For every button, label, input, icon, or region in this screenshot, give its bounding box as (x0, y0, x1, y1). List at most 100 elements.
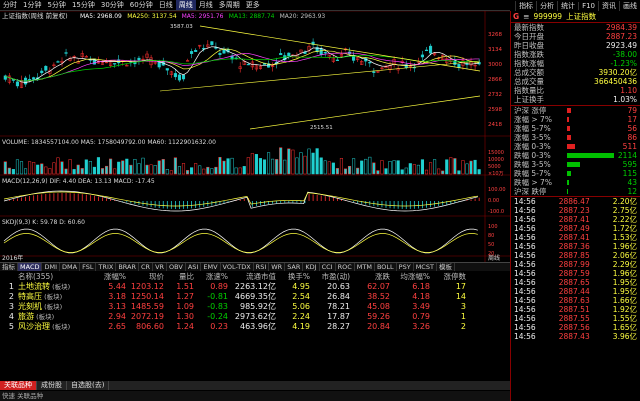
candle-body (64, 52, 68, 54)
right-tool-4[interactable]: 资讯 (598, 0, 619, 11)
col-header-7[interactable]: 换手% (276, 271, 310, 282)
breadth-key: 涨幅 5-7% (514, 124, 551, 133)
toolbar-item-5[interactable]: 60分钟 (127, 0, 156, 10)
toolbar-item-4[interactable]: 30分钟 (98, 0, 127, 10)
quote-key: 上证换手 (514, 95, 544, 104)
toolbar-item-7[interactable]: 周线 (175, 0, 196, 10)
kline-chart[interactable]: 上证指数(周线 前复权) MA5: 2968.09 MA250: 3137.54 MA… (0, 10, 510, 267)
toolbar-item-2[interactable]: 5分钟 (44, 0, 68, 10)
right-tool-2[interactable]: 统计 (557, 0, 578, 11)
macd-tick: 100.00 (488, 187, 506, 193)
indicator-tab-12[interactable]: VOL-TDX (221, 263, 254, 271)
col-header-1[interactable]: 名称(355) (14, 271, 86, 282)
col-header-10[interactable]: 均涨幅% (390, 271, 430, 282)
menu-icon[interactable]: ≡ (523, 12, 529, 21)
cell-price: 1485.59 (130, 302, 164, 311)
table-row[interactable]: 5 风沙治理 (板块) 2.65 806.60 1.24 0.23 463.96亿 4.19 2… (0, 322, 510, 332)
volume-bar (88, 161, 92, 175)
volume-bar (299, 152, 303, 175)
breadth-value: 79 (627, 106, 637, 115)
cell-turn: 2.54 (292, 292, 310, 301)
toolbar-item-1[interactable]: 1分钟 (20, 0, 44, 10)
bottom-tab-2[interactable]: 自选股(去) (67, 381, 110, 390)
indicator-tab-3[interactable]: DMA (60, 263, 81, 271)
indicator-tab-7[interactable]: CR (139, 263, 154, 271)
col-header-9[interactable]: 涨跌 (350, 271, 390, 282)
indicator-tab-0[interactable]: 指标 (0, 263, 18, 271)
col-header-8[interactable]: 市盈(动) (310, 271, 350, 282)
indicator-tab-23[interactable]: 模板 (437, 263, 455, 271)
indicator-tab-2[interactable]: DMI (42, 263, 61, 271)
tick-price: 2886.47 (558, 197, 590, 206)
indicator-tab-20[interactable]: BOLL (375, 263, 397, 271)
breadth-value: 86 (627, 133, 637, 142)
cell-pe: 20.63 (327, 282, 350, 291)
table-row[interactable]: 4 旅游 (板块) 2.94 2072.19 1.30 -0.24 2973.62亿 2.24… (0, 312, 510, 322)
indicator-tab-10[interactable]: ASI (186, 263, 202, 271)
quote-row: 指数涨幅 -1.23% (511, 59, 640, 68)
col-header-6[interactable]: 流通市值 (228, 271, 276, 282)
sector-name: 风沙治理 (18, 322, 50, 331)
indicator-tab-21[interactable]: PSY (397, 263, 414, 271)
toolbar-item-3[interactable]: 15分钟 (69, 0, 98, 10)
bottom-tab-0[interactable]: 关联品种 (0, 381, 37, 390)
cell-pe: 17.87 (327, 312, 350, 321)
toolbar-item-8[interactable]: 月线 (196, 0, 216, 10)
col-header-0[interactable] (0, 271, 14, 282)
indicator-tab-4[interactable]: FSL (80, 263, 97, 271)
volume-bar (307, 148, 311, 175)
volume-bar (311, 152, 315, 175)
bottom-tabs: 关联品种 成份股 自选股(去) (0, 381, 510, 390)
volume-bar (287, 148, 291, 175)
indicator-tab-13[interactable]: RSI (254, 263, 270, 271)
col-header-11[interactable]: 涨停数 (430, 271, 467, 282)
cell-price: 2072.19 (130, 312, 164, 321)
col-header-5[interactable]: 涨速% (194, 271, 228, 282)
sector-tag: (板块) (42, 303, 63, 311)
cell-spd: 0.89 (210, 282, 228, 291)
toolbar-item-9[interactable]: 多周期 (216, 0, 243, 10)
indicator-tab-11[interactable]: EMV (201, 263, 221, 271)
tick-price: 2887.65 (558, 278, 590, 287)
indicator-tab-9[interactable]: OBV (167, 263, 186, 271)
tick-list: 14:56 2886.47 2.20亿 14:56 2887.23 2.75亿 14:56 2… (511, 197, 640, 341)
cell-vr: 1.09 (176, 302, 194, 311)
indicator-tab-6[interactable]: BRAR (116, 263, 139, 271)
volume-bar (72, 169, 76, 175)
volume-bar (420, 159, 424, 175)
toolbar-item-10[interactable]: 更多 (243, 0, 263, 10)
indicator-tab-19[interactable]: MTM (355, 263, 375, 271)
table-row[interactable]: 1 土地流转 (板块) 5.44 1203.12 1.51 0.89 2263.12亿 4.9… (0, 282, 510, 292)
toolbar-item-0[interactable]: 分时 (0, 0, 20, 10)
toolbar-item-6[interactable]: 日线 (156, 0, 176, 10)
breadth-bar (567, 126, 570, 131)
indicator-tab-14[interactable]: WR (269, 263, 286, 271)
right-tool-3[interactable]: F10 (578, 1, 598, 10)
right-tool-1[interactable]: 分析 (536, 0, 557, 11)
indicator-tab-5[interactable]: TRIX (96, 263, 117, 271)
indicator-tab-15[interactable]: SAR (285, 263, 304, 271)
indicator-tab-1[interactable]: MACD (18, 263, 43, 271)
candle-body (424, 49, 429, 52)
volume-bar (64, 168, 68, 175)
col-header-2[interactable]: 涨幅% (86, 271, 126, 282)
volume-bar (133, 158, 137, 175)
table-row[interactable]: 3 光刻机 (板块) 3.13 1485.59 1.09 -0.83 985.92亿 5.06… (0, 302, 510, 312)
col-header-3[interactable]: 现价 (126, 271, 164, 282)
cell-pct: 5.44 (108, 282, 126, 291)
volume-bar (149, 164, 153, 175)
volume-bar (315, 148, 319, 175)
indicator-tab-16[interactable]: KDJ (303, 263, 320, 271)
indicator-tab-8[interactable]: VR (153, 263, 168, 271)
right-tool-0[interactable]: 指标 (515, 0, 536, 11)
bottom-tab-1[interactable]: 成份股 (37, 381, 67, 390)
volume-bar (125, 158, 129, 175)
indicator-tab-22[interactable]: MCST (414, 263, 437, 271)
indicator-tab-18[interactable]: ROC (336, 263, 355, 271)
table-row[interactable]: 2 特高压 (板块) 3.18 1250.14 1.27 -0.81 4669.35亿 2.5… (0, 292, 510, 302)
col-header-4[interactable]: 量比 (164, 271, 194, 282)
volume-bar (84, 159, 88, 175)
quote-row: 上证换手 1.03% (511, 95, 640, 104)
indicator-tab-17[interactable]: CCI (320, 263, 336, 271)
right-tool-5[interactable]: 画线 (619, 0, 640, 11)
